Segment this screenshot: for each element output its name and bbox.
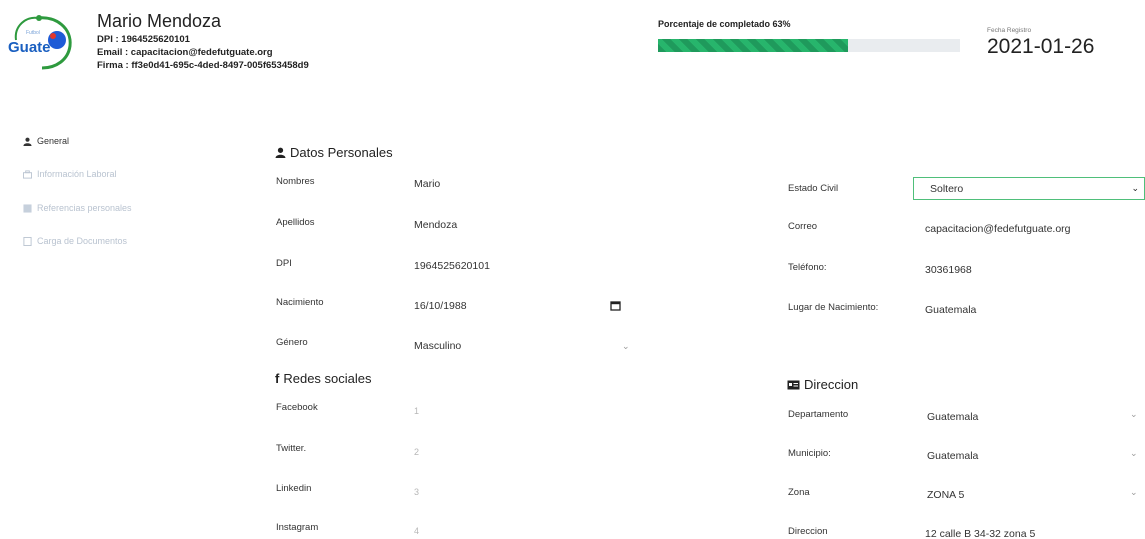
nombres-field[interactable]: Mario xyxy=(414,178,440,190)
sidebar-item-referencias-personales[interactable]: Referencias personales xyxy=(23,203,132,213)
estado-civil-label: Estado Civil xyxy=(788,183,839,194)
chevron-down-icon[interactable]: ⌄ xyxy=(1130,409,1138,420)
progress-label: Porcentaje de completado 63% xyxy=(658,19,791,29)
section-direccion: Direccion xyxy=(787,377,858,392)
lugar-nacimiento-label: Lugar de Nacimiento: xyxy=(788,302,879,313)
progress-bar xyxy=(658,39,960,52)
sidebar-item-carga-documentos[interactable]: Carga de Documentos xyxy=(23,236,127,246)
email-label: Email : xyxy=(97,47,129,58)
chevron-down-icon[interactable]: ⌄ xyxy=(1130,487,1138,498)
dpi-value: 1964525620101 xyxy=(121,34,190,45)
section-title: Direccion xyxy=(804,377,859,392)
firma-line: Firma : ff3e0d41-695c-4ded-8497-005f6534… xyxy=(97,60,309,71)
apellidos-label: Apellidos xyxy=(276,217,315,228)
zona-select[interactable]: ZONA 5 xyxy=(927,489,964,501)
facebook-icon: f xyxy=(275,371,280,386)
sidebar-item-label: Información Laboral xyxy=(37,169,117,179)
section-title: Redes sociales xyxy=(283,371,372,386)
telefono-field[interactable]: 30361968 xyxy=(925,264,972,276)
municipio-select[interactable]: Guatemala xyxy=(927,450,978,462)
twitter-field[interactable]: 2 xyxy=(414,447,419,457)
genero-label: Género xyxy=(276,337,308,348)
dpi-label: DPI : xyxy=(97,34,119,45)
facebook-label: Facebook xyxy=(276,402,318,413)
dpi-field[interactable]: 1964525620101 xyxy=(414,260,490,272)
section-title: Datos Personales xyxy=(290,145,393,160)
user-icon xyxy=(275,147,286,158)
user-name: Mario Mendoza xyxy=(97,11,222,31)
twitter-label: Twitter. xyxy=(276,443,307,454)
briefcase-icon xyxy=(23,169,32,179)
direccion-label: Direccion xyxy=(788,526,828,537)
dpi-field-label: DPI xyxy=(276,258,292,269)
chevron-down-icon: ⌄ xyxy=(1131,183,1139,193)
instagram-field[interactable]: 4 xyxy=(414,526,419,536)
linkedin-label: Linkedin xyxy=(276,483,312,494)
address-card-icon xyxy=(787,380,800,389)
direccion-field[interactable]: 12 calle B 34-32 zona 5 xyxy=(925,528,1035,539)
apellidos-field[interactable]: Mendoza xyxy=(414,219,457,231)
document-icon xyxy=(23,236,32,246)
correo-label: Correo xyxy=(788,221,818,232)
correo-field[interactable]: capacitacion@fedefutguate.org xyxy=(925,223,1071,235)
dpi-line: DPI : 1964525620101 xyxy=(97,34,190,45)
sidebar-item-label: Carga de Documentos xyxy=(37,236,128,246)
linkedin-field[interactable]: 3 xyxy=(414,487,419,497)
section-redes-sociales: f Redes sociales xyxy=(275,371,372,386)
email-line: Email : capacitacion@fedefutguate.org xyxy=(97,47,273,58)
logo-text: Guate xyxy=(8,39,51,56)
guate-logo: Futbol Guate xyxy=(8,10,78,72)
firma-value: ff3e0d41-695c-4ded-8497-005f653458d9 xyxy=(131,60,309,71)
email-value: capacitacion@fedefutguate.org xyxy=(130,47,273,58)
nacimiento-field[interactable]: 16/10/1988 xyxy=(414,300,467,312)
chevron-down-icon[interactable]: ⌄ xyxy=(622,341,630,352)
genero-select[interactable]: Masculino xyxy=(414,340,461,352)
calendar-icon[interactable] xyxy=(610,300,621,311)
instagram-label: Instagram xyxy=(276,522,319,533)
section-datos-personales: Datos Personales xyxy=(275,145,393,160)
user-icon xyxy=(23,137,32,146)
progress-fill xyxy=(658,39,849,52)
nombres-label: Nombres xyxy=(276,176,315,187)
chevron-down-icon[interactable]: ⌄ xyxy=(1130,448,1138,459)
sidebar-item-general[interactable]: General xyxy=(23,136,69,146)
firma-label: Firma : xyxy=(97,60,129,71)
departamento-select[interactable]: Guatemala xyxy=(927,411,978,423)
logo-small-text: Futbol xyxy=(26,30,40,36)
sidebar-item-label: General xyxy=(37,136,70,146)
logo-graphic: Futbol Guate xyxy=(8,15,72,70)
departamento-label: Departamento xyxy=(788,409,849,420)
telefono-label: Teléfono: xyxy=(788,262,827,273)
users-icon xyxy=(23,203,32,213)
nacimiento-label: Nacimiento xyxy=(276,297,324,308)
estado-civil-value: Soltero xyxy=(930,183,964,195)
registration-date: 2021-01-26 xyxy=(987,35,1095,58)
sidebar-item-informacion-laboral[interactable]: Información Laboral xyxy=(23,169,117,179)
zona-label: Zona xyxy=(788,487,810,498)
municipio-label: Municipio: xyxy=(788,448,831,459)
facebook-field[interactable]: 1 xyxy=(414,406,419,416)
estado-civil-select[interactable]: Soltero ⌄ xyxy=(913,177,1145,200)
registration-label: Fecha Registro xyxy=(987,27,1032,34)
sidebar-item-label: Referencias personales xyxy=(37,203,132,213)
lugar-nacimiento-field[interactable]: Guatemala xyxy=(925,304,976,316)
